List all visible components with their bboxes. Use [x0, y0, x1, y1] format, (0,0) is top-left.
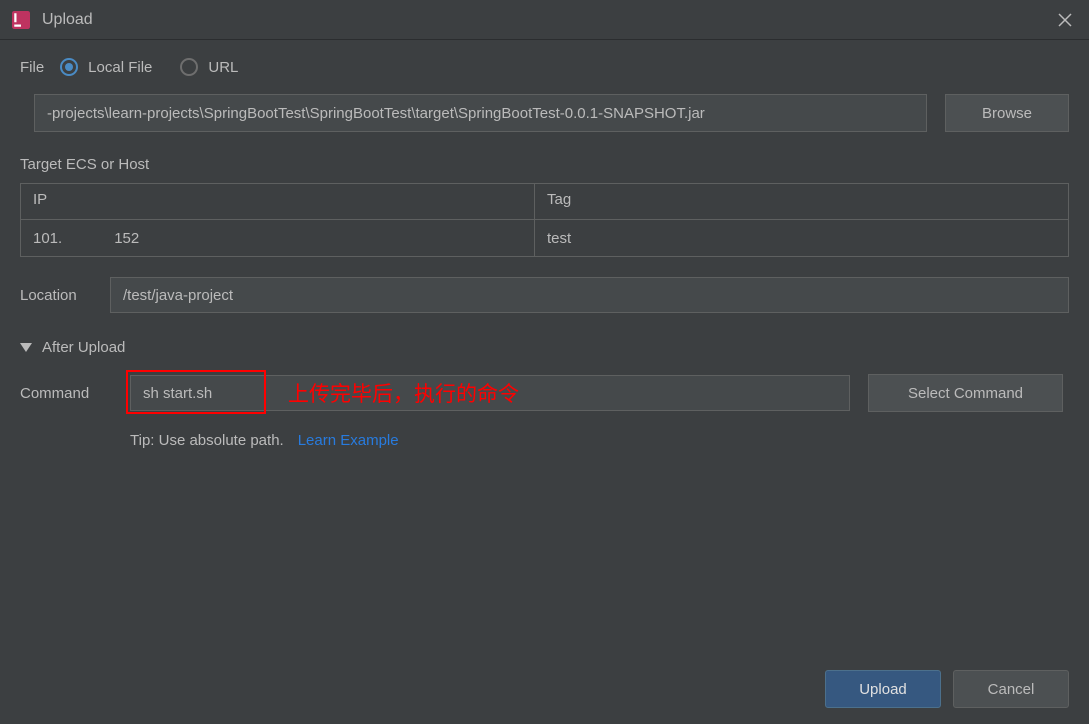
upload-button[interactable]: Upload	[825, 670, 941, 708]
command-label: Command	[20, 385, 110, 402]
location-input[interactable]	[110, 277, 1069, 313]
footer: Upload Cancel	[825, 670, 1069, 708]
target-table: IP Tag 101. 152 test	[20, 183, 1069, 257]
window-title: Upload	[42, 11, 93, 29]
table-header: IP Tag	[21, 184, 1068, 220]
close-button[interactable]	[1055, 10, 1075, 30]
title-bar: Upload	[0, 0, 1089, 40]
command-input-wrap: 上传完毕后，执行的命令 Select Command	[130, 374, 1069, 412]
file-source-radio-group: Local File URL	[60, 58, 238, 76]
after-upload-header[interactable]: After Upload	[20, 339, 1069, 356]
radio-url[interactable]: URL	[180, 58, 238, 76]
radio-icon	[180, 58, 198, 76]
cell-ip: 101. 152	[21, 220, 535, 256]
tip-text: Tip: Use absolute path.	[130, 432, 284, 449]
ip-suffix: 152	[114, 230, 139, 247]
file-path-input[interactable]	[34, 94, 927, 132]
after-upload-label: After Upload	[42, 339, 125, 356]
command-input[interactable]	[130, 375, 850, 411]
radio-local-file-label: Local File	[88, 59, 152, 76]
location-row: Location	[20, 277, 1069, 313]
app-icon	[12, 11, 30, 29]
browse-button[interactable]: Browse	[945, 94, 1069, 132]
ip-redacted	[64, 228, 112, 248]
tip-row: Tip: Use absolute path. Learn Example	[130, 432, 1069, 449]
column-tag-header: Tag	[535, 184, 1068, 219]
radio-url-label: URL	[208, 59, 238, 76]
cell-tag: test	[535, 220, 1068, 256]
cancel-button[interactable]: Cancel	[953, 670, 1069, 708]
table-row[interactable]: 101. 152 test	[21, 220, 1068, 256]
select-command-button[interactable]: Select Command	[868, 374, 1063, 412]
ip-prefix: 101.	[33, 230, 62, 247]
content-area: File Local File URL Browse Target ECS or…	[0, 40, 1089, 467]
location-label: Location	[20, 287, 90, 304]
target-label: Target ECS or Host	[20, 156, 1069, 173]
column-ip-header: IP	[21, 184, 535, 219]
learn-example-link[interactable]: Learn Example	[298, 432, 399, 449]
file-source-row: File Local File URL	[20, 58, 1069, 76]
radio-icon	[60, 58, 78, 76]
radio-local-file[interactable]: Local File	[60, 58, 152, 76]
file-label: File	[20, 59, 44, 76]
command-row: Command 上传完毕后，执行的命令 Select Command	[20, 374, 1069, 412]
file-path-row: Browse	[20, 94, 1069, 132]
collapse-icon	[20, 343, 32, 352]
